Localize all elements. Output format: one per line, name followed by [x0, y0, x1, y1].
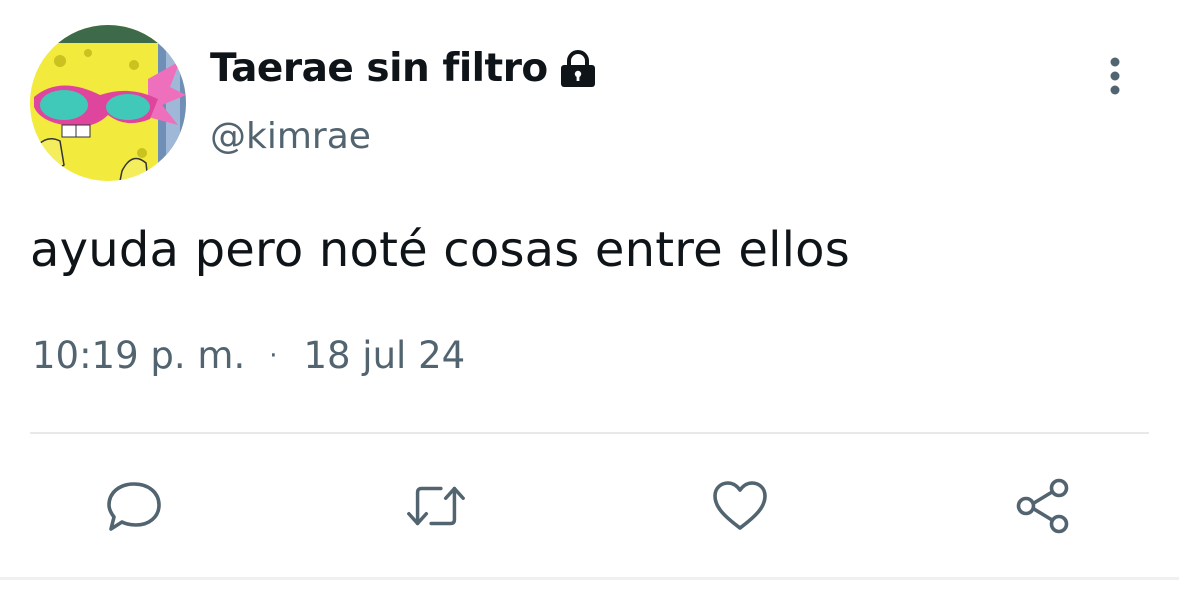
avatar[interactable]	[30, 25, 186, 181]
comment-icon	[107, 482, 161, 531]
tweet-meta: 10:19 p. m. · 18 jul 24	[32, 334, 465, 377]
bottom-divider	[0, 577, 1179, 580]
share-icon	[1016, 478, 1069, 534]
tweet-text: ayuda pero noté cosas entre ellos	[30, 222, 850, 278]
retweet-icon	[407, 486, 465, 526]
author-handle[interactable]: @kimrae	[210, 116, 371, 157]
author-name-text: Taerae sin filtro	[210, 46, 548, 91]
share-button[interactable]	[1011, 474, 1075, 538]
author-display-name[interactable]: Taerae sin filtro	[210, 46, 598, 91]
lock-icon	[558, 49, 598, 88]
meta-separator: ·	[269, 340, 278, 371]
heart-icon	[713, 481, 767, 530]
tweet-date[interactable]: 18 jul 24	[303, 334, 465, 377]
more-options-icon[interactable]	[1098, 54, 1132, 98]
reply-button[interactable]	[102, 474, 166, 538]
retweet-button[interactable]	[404, 474, 468, 538]
like-button[interactable]	[708, 474, 772, 538]
divider	[30, 432, 1149, 434]
tweet-card: Taerae sin filtro @kimrae ayuda pero not…	[0, 0, 1179, 597]
tweet-time[interactable]: 10:19 p. m.	[32, 334, 245, 377]
